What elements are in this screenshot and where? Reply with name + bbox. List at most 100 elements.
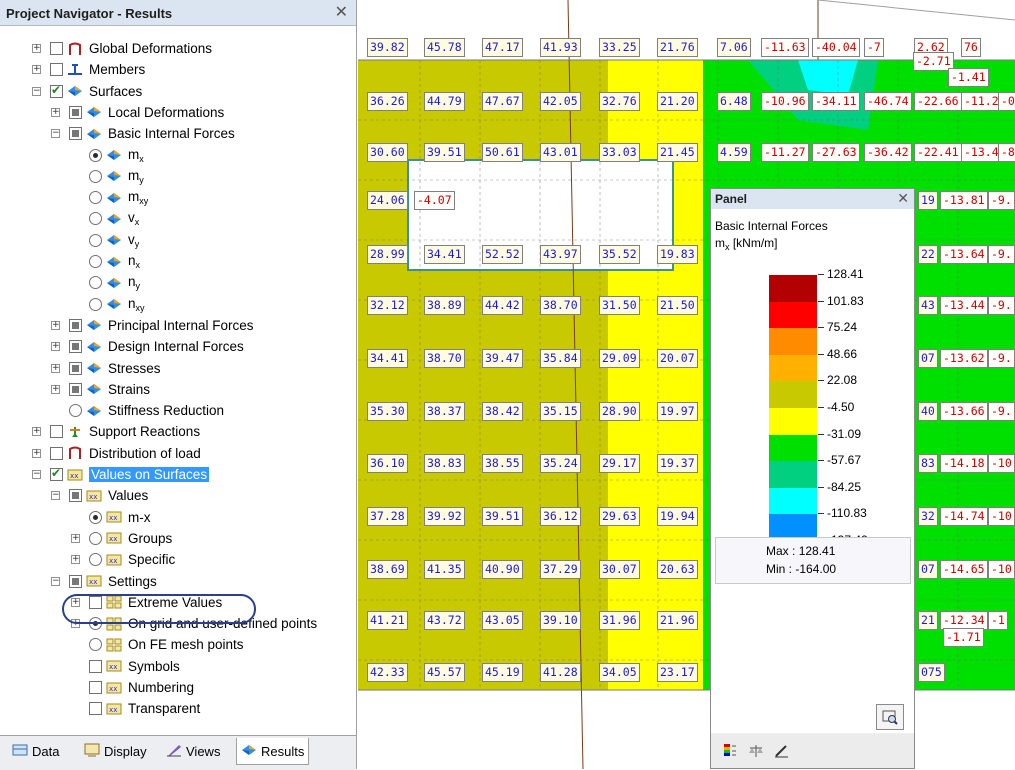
- expand-icon[interactable]: +: [71, 533, 80, 543]
- checkbox[interactable]: [69, 105, 82, 119]
- collapse-icon[interactable]: −: [51, 129, 60, 139]
- surface-icon: [85, 339, 103, 355]
- checkbox[interactable]: [69, 489, 82, 503]
- tree-item[interactable]: nx: [89, 251, 140, 272]
- checkbox[interactable]: [69, 127, 82, 141]
- checkbox[interactable]: [69, 318, 82, 332]
- tree-item[interactable]: xx Transparent: [89, 698, 200, 719]
- tree-item[interactable]: Stiffness Reduction: [69, 400, 224, 421]
- radio-button[interactable]: [89, 255, 102, 268]
- tree-item[interactable]: − Surfaces: [32, 81, 142, 102]
- collapse-icon[interactable]: −: [51, 491, 60, 501]
- tree-item[interactable]: + Support Reactions: [32, 421, 200, 442]
- tree-item[interactable]: + Distribution of load: [32, 443, 201, 464]
- radio-button[interactable]: [89, 553, 102, 567]
- surface-icon: [105, 275, 123, 291]
- tree-item[interactable]: vx: [89, 208, 139, 229]
- tree-item-label: Numbering: [128, 680, 195, 695]
- close-icon[interactable]: ✕: [897, 190, 909, 207]
- tree-item[interactable]: my: [89, 166, 144, 187]
- expand-icon[interactable]: +: [51, 342, 60, 352]
- tab-data[interactable]: Data: [8, 738, 63, 765]
- value-label: 45.78: [424, 38, 465, 57]
- tree-item[interactable]: + Strains: [51, 379, 150, 400]
- checkbox[interactable]: [50, 42, 63, 55]
- checkbox[interactable]: [50, 466, 63, 481]
- factors-tab[interactable]: [745, 740, 767, 762]
- tree-item[interactable]: + Design Internal Forces: [51, 336, 244, 357]
- checkbox[interactable]: [50, 63, 63, 77]
- tree-item[interactable]: mx: [89, 145, 144, 166]
- expand-icon[interactable]: +: [32, 448, 41, 458]
- tree-item[interactable]: + Stresses: [51, 358, 161, 379]
- checkbox[interactable]: [69, 361, 82, 375]
- radio-button[interactable]: [69, 404, 82, 418]
- value-label: -1.71: [943, 628, 984, 647]
- radio-button[interactable]: [89, 212, 102, 226]
- radio-button[interactable]: [89, 276, 102, 290]
- tree-item[interactable]: xx Numbering: [89, 677, 194, 698]
- tree-item[interactable]: + Members: [32, 59, 145, 80]
- tree-item[interactable]: − xx Values: [51, 485, 148, 506]
- min-row: Min : -164.00: [766, 562, 836, 576]
- surface-icon: [105, 147, 123, 163]
- checkbox[interactable]: [89, 681, 102, 694]
- filter-tab[interactable]: [771, 740, 793, 762]
- tree-item[interactable]: − Basic Internal Forces: [51, 123, 235, 144]
- collapse-icon[interactable]: −: [32, 470, 41, 479]
- value-label: -14.74: [940, 507, 988, 526]
- radio-button[interactable]: [89, 510, 102, 524]
- expand-icon[interactable]: +: [71, 555, 80, 565]
- radio-button[interactable]: [89, 191, 102, 205]
- value-label: -10: [988, 560, 1015, 579]
- zoom-button[interactable]: [876, 704, 904, 730]
- radio-button[interactable]: [89, 148, 102, 162]
- tree-item[interactable]: vy: [89, 230, 139, 251]
- expand-icon[interactable]: +: [32, 44, 41, 53]
- radio-button[interactable]: [89, 638, 102, 652]
- tab-results[interactable]: Results: [236, 738, 310, 765]
- checkbox[interactable]: [50, 446, 63, 460]
- tree-item-subscript: y: [135, 281, 141, 292]
- tab-views[interactable]: Views: [162, 738, 224, 765]
- checkbox[interactable]: [50, 83, 63, 98]
- tree-item[interactable]: On FE mesh points: [89, 634, 244, 655]
- expand-icon[interactable]: +: [32, 65, 41, 75]
- collapse-icon[interactable]: −: [51, 576, 60, 586]
- expand-icon[interactable]: +: [51, 384, 60, 394]
- color-scale-tab[interactable]: [719, 740, 741, 762]
- tree-item[interactable]: nxy: [89, 294, 145, 315]
- close-icon[interactable]: ✕: [335, 2, 348, 22]
- checkbox[interactable]: [89, 659, 102, 673]
- expand-icon[interactable]: +: [32, 427, 41, 437]
- tree-item[interactable]: + xx Specific: [71, 549, 175, 570]
- radio-button[interactable]: [89, 531, 102, 545]
- radio-button[interactable]: [89, 297, 102, 311]
- checkbox[interactable]: [69, 574, 82, 588]
- tree-item[interactable]: mxy: [89, 187, 148, 208]
- tree-item[interactable]: xx Symbols: [89, 656, 180, 677]
- expand-icon[interactable]: +: [51, 107, 60, 117]
- tree-item[interactable]: + Principal Internal Forces: [51, 315, 254, 336]
- radio-button[interactable]: [89, 233, 102, 247]
- expand-icon[interactable]: +: [51, 363, 60, 373]
- collapse-icon[interactable]: −: [32, 86, 41, 96]
- quantity-unit: [kNm/m]: [729, 236, 778, 250]
- checkbox[interactable]: [69, 382, 82, 396]
- checkbox[interactable]: [69, 340, 82, 354]
- radio-button[interactable]: [89, 169, 102, 183]
- checkbox[interactable]: [50, 425, 63, 439]
- checkbox[interactable]: [89, 702, 102, 716]
- tab-display[interactable]: Display: [80, 738, 151, 765]
- expand-icon[interactable]: +: [51, 320, 60, 330]
- tree-item[interactable]: ny: [89, 272, 140, 293]
- tree-item[interactable]: − xx Settings: [51, 571, 157, 592]
- graphic-view[interactable]: 39.82 45.78 47.17 41.93 33.25 21.76 7.06 -11.63…: [358, 0, 1015, 769]
- tree-item[interactable]: − xx Values on Surfaces: [32, 464, 210, 485]
- tree-item[interactable]: + xx Groups: [71, 528, 172, 549]
- scale-value: 75.24: [818, 320, 887, 334]
- value-label: 41.35: [424, 560, 465, 579]
- tree-item[interactable]: + Global Deformations: [32, 38, 212, 59]
- tree-item[interactable]: + Local Deformations: [51, 102, 224, 123]
- tree-item[interactable]: xx m-x: [89, 507, 151, 528]
